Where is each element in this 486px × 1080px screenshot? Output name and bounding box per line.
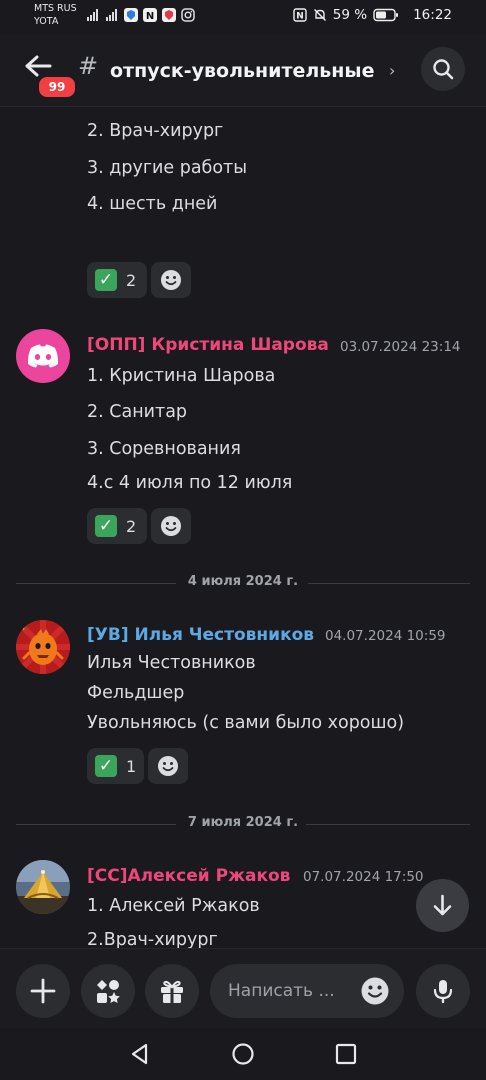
signal-icon <box>87 9 98 21</box>
message-input[interactable]: Написать ... <box>210 964 404 1018</box>
voice-message-button[interactable] <box>416 964 470 1018</box>
gift-button[interactable] <box>145 964 199 1018</box>
shield-app-icon <box>124 8 138 22</box>
message-list[interactable]: 2. Врач-хирург 3. другие работы 4. шесть… <box>0 107 486 948</box>
message-line: 2.Врач-хирург <box>87 930 218 948</box>
channel-header: 99 # отпуск-увольнительные › <box>0 34 486 107</box>
carrier-line-1: MTS RUS <box>34 3 77 14</box>
message-line: 1. Кристина Шарова <box>87 366 276 386</box>
arrow-down-icon <box>433 894 452 916</box>
search-icon <box>433 59 454 80</box>
gift-icon <box>161 980 183 1003</box>
microphone-icon <box>433 980 453 1004</box>
smiley-icon <box>161 516 181 536</box>
smiley-icon <box>158 756 178 776</box>
username[interactable]: [ОПП] Кристина Шарова <box>87 335 329 355</box>
status-bar: MTS RUS YOTA N N 59 % 16:22 <box>0 0 486 34</box>
nav-home-icon[interactable] <box>231 1042 255 1066</box>
message-line: 3. Соревнования <box>87 439 241 459</box>
nav-back-icon[interactable] <box>128 1042 152 1066</box>
reaction-check[interactable]: ✓ 1 <box>87 748 144 784</box>
message-line: Увольняюсь (с вами было хорошо) <box>87 713 405 733</box>
search-button[interactable] <box>421 47 465 91</box>
unread-badge: 99 <box>37 75 77 99</box>
date-divider: 4 июля 2024 г. <box>16 574 470 590</box>
clock: 16:22 <box>413 7 452 23</box>
add-reaction-button[interactable] <box>151 508 191 544</box>
date-divider-label: 7 июля 2024 г. <box>187 815 299 830</box>
message-timestamp: 04.07.2024 10:59 <box>325 628 446 644</box>
carrier-line-2: YOTA <box>34 16 59 27</box>
avatar[interactable] <box>16 860 70 914</box>
svg-text:N: N <box>296 12 304 22</box>
svg-text:N: N <box>146 11 154 22</box>
message-line: 4. шесть дней <box>87 194 218 214</box>
carrier-label: MTS RUS YOTA <box>34 2 77 28</box>
date-divider-label: 4 июля 2024 г. <box>187 574 299 589</box>
status-icons-left: N <box>86 8 195 22</box>
nfc-icon: N <box>293 8 307 22</box>
avatar[interactable] <box>16 329 70 383</box>
battery-percent: 59 % <box>332 7 368 23</box>
message-composer: Написать ... <box>0 948 486 1029</box>
instagram-icon <box>181 8 195 22</box>
apps-icon <box>97 980 120 1003</box>
status-icons-right: N 59 % 16:22 <box>293 7 452 23</box>
check-mark-icon: ✓ <box>95 515 117 537</box>
channel-hash-icon: # <box>78 52 99 80</box>
notion-app-icon: N <box>143 8 157 22</box>
message-timestamp: 03.07.2024 23:14 <box>340 339 461 355</box>
check-mark-icon: ✓ <box>95 269 117 291</box>
date-divider: 7 июля 2024 г. <box>16 815 470 831</box>
message-line: 1. Алексей Ржаков <box>87 896 260 916</box>
message-timestamp: 07.07.2024 17:50 <box>303 869 424 885</box>
username[interactable]: [УВ] Илья Честовников <box>87 625 314 645</box>
vpn-app-icon <box>162 8 176 22</box>
message-line: 3. другие работы <box>87 158 248 178</box>
reaction-count: 2 <box>126 516 137 536</box>
check-mark-icon: ✓ <box>95 755 117 777</box>
smiley-icon <box>161 270 181 290</box>
add-attachment-button[interactable] <box>16 964 70 1018</box>
golden-tent-landscape-icon <box>16 860 70 914</box>
discord-logo-icon <box>27 344 59 368</box>
emoji-picker-icon[interactable] <box>360 976 390 1006</box>
battery-icon <box>373 8 399 22</box>
channel-name[interactable]: отпуск-увольнительные <box>110 60 374 82</box>
nav-recents-icon[interactable] <box>334 1042 358 1066</box>
reaction-check[interactable]: ✓ 2 <box>87 262 147 298</box>
plus-icon <box>30 978 56 1004</box>
message-line: Фельдшер <box>87 683 185 703</box>
reaction-count: 2 <box>126 270 137 290</box>
scroll-to-bottom-button[interactable] <box>416 879 469 932</box>
message-line: 2. Санитар <box>87 402 188 422</box>
reaction-count: 1 <box>126 756 137 776</box>
apps-button[interactable] <box>81 964 135 1018</box>
add-reaction-button[interactable] <box>148 748 188 784</box>
system-navigation-bar <box>0 1028 486 1080</box>
avatar[interactable] <box>16 620 70 674</box>
mute-bell-icon <box>313 9 326 21</box>
signal-icon-2 <box>106 9 117 21</box>
message-input-placeholder: Написать ... <box>228 981 335 1001</box>
orange-character-icon <box>16 620 70 674</box>
message-line: 4.с 4 июля по 12 июля <box>87 473 293 493</box>
message-line: 2. Врач-хирург <box>87 121 224 141</box>
add-reaction-button[interactable] <box>151 262 191 298</box>
message-line: Илья Честовников <box>87 653 256 673</box>
reaction-check[interactable]: ✓ 2 <box>87 508 147 544</box>
username[interactable]: [СС]Алексей Ржаков <box>87 866 290 886</box>
chevron-right-icon[interactable]: › <box>389 61 395 80</box>
